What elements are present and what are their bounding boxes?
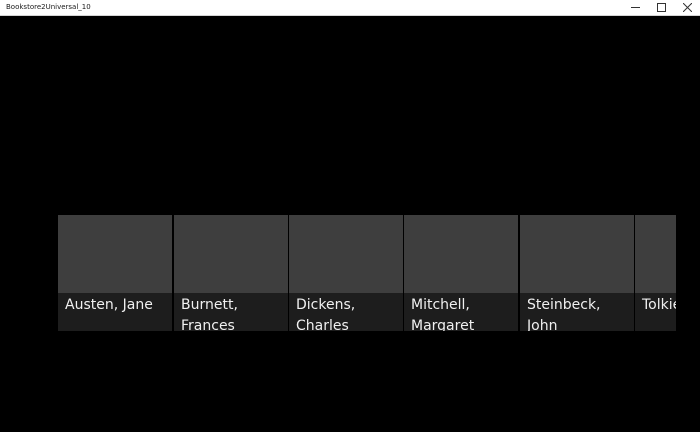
author-thumbnail (404, 215, 518, 293)
author-name: Steinbeck, John (527, 297, 601, 331)
author-name: Tolkien (642, 297, 676, 313)
minimize-icon (630, 7, 640, 8)
author-name: Mitchell, Margaret (411, 297, 475, 331)
close-button[interactable] (674, 0, 700, 15)
author-name: Austen, Jane (65, 297, 153, 313)
window-title: Bookstore2Universal_10 (6, 3, 91, 11)
author-thumbnail (635, 215, 676, 293)
minimize-button[interactable] (622, 0, 648, 15)
title-bar[interactable]: Bookstore2Universal_10 (0, 0, 700, 16)
author-thumbnail (520, 215, 634, 293)
author-thumbnail (58, 215, 172, 293)
author-tile[interactable]: Steinbeck, John (520, 215, 634, 331)
author-thumbnail (174, 215, 288, 293)
author-tile[interactable]: Dickens, Charles (289, 215, 403, 331)
author-name: Burnett, Frances (181, 297, 238, 331)
app-window: Bookstore2Universal_10 Austen, Jane Burn… (0, 0, 700, 432)
author-tile[interactable]: Austen, Jane (58, 215, 172, 331)
maximize-button[interactable] (648, 0, 674, 15)
author-grid: Austen, Jane Burnett, Frances Dickens, C… (58, 215, 676, 331)
author-name: Dickens, Charles (296, 297, 356, 331)
author-thumbnail (289, 215, 403, 293)
maximize-icon (656, 3, 666, 12)
close-icon (682, 3, 692, 12)
window-controls (622, 0, 700, 15)
author-tile[interactable]: Burnett, Frances (174, 215, 288, 331)
author-tile[interactable]: Tolkien (635, 215, 676, 331)
author-tile[interactable]: Mitchell, Margaret (404, 215, 518, 331)
